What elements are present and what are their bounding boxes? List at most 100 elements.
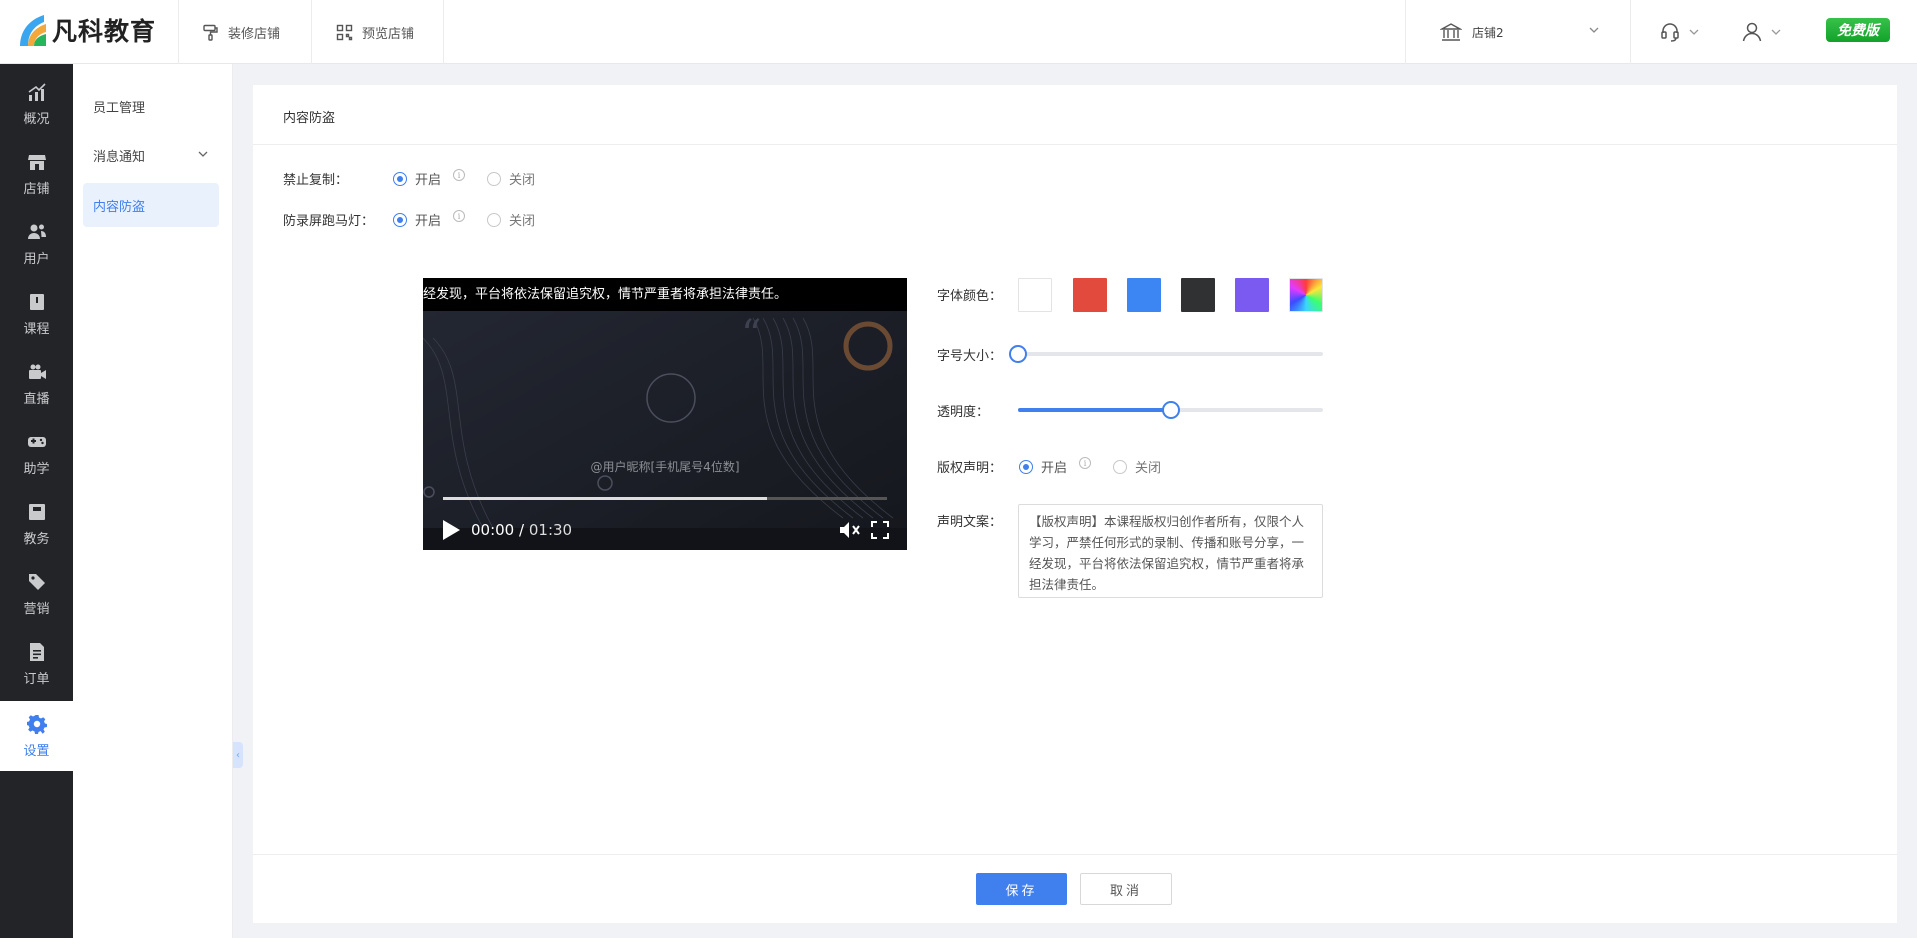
support-dropdown[interactable] (1659, 18, 1700, 46)
nav-label: 教务 (23, 531, 50, 547)
font-color-label: 字体颜色： (937, 289, 1003, 304)
logo-mark-icon (20, 15, 46, 46)
divider (1630, 0, 1631, 64)
subnav-item-staff[interactable]: 员工管理 (83, 84, 219, 128)
info-icon[interactable]: i (453, 210, 465, 222)
color-swatch-red[interactable] (1073, 278, 1107, 312)
divider (311, 0, 312, 64)
nav-item-live[interactable]: 直播 (0, 349, 73, 419)
free-version-badge[interactable]: 免费版 (1826, 18, 1890, 42)
save-button[interactable]: 保存 (976, 873, 1067, 905)
bank-building-icon (1440, 23, 1462, 41)
nav-label: 用户 (23, 251, 50, 267)
statement-textarea[interactable]: 【版权声明】本课程版权归创作者所有，仅限个人学习，严禁任何形式的录制、传播和账号… (1018, 504, 1323, 598)
copyright-off-radio[interactable]: 关闭 (1113, 457, 1161, 476)
fullscreen-icon[interactable] (871, 521, 889, 539)
watermark-text: @用户昵称[手机尾号4位数] (590, 460, 740, 474)
video-progress-bar[interactable] (443, 497, 887, 500)
nav-label: 设置 (23, 743, 50, 759)
slider-handle[interactable] (1009, 345, 1027, 363)
store-selector[interactable]: 店铺2 (1440, 0, 1600, 64)
users-icon (27, 224, 46, 239)
subnav-label: 内容防盗 (93, 199, 146, 215)
statement-label: 声明文案： (937, 515, 1003, 530)
nav-item-courses[interactable]: 课程 (0, 279, 73, 349)
time-separator: / (519, 521, 525, 539)
gamepad-icon (27, 436, 46, 447)
radio-label: 开启 (415, 173, 442, 188)
subnav-label: 员工管理 (93, 100, 146, 116)
color-swatch-custom[interactable] (1289, 278, 1323, 312)
book-icon (29, 293, 44, 310)
color-swatch-blue[interactable] (1127, 278, 1161, 312)
video-camera-icon (28, 364, 46, 379)
color-swatch-white[interactable] (1018, 278, 1052, 312)
nav-item-overview[interactable]: 概况 (0, 69, 73, 139)
card-header: 内容防盗 (253, 85, 1897, 145)
cancel-button[interactable]: 取消 (1080, 873, 1172, 905)
slider-fill (1018, 408, 1171, 412)
decorate-store-button[interactable]: 装修店铺 (202, 0, 280, 64)
radio-dot (393, 171, 407, 186)
forbid-copy-on-radio[interactable]: 开启 (393, 169, 441, 188)
color-swatch-purple[interactable] (1235, 278, 1269, 312)
info-icon[interactable]: i (1079, 457, 1091, 469)
gear-icon (26, 714, 47, 734)
anti-record-on-radio[interactable]: 开启 (393, 210, 441, 229)
forbid-copy-label: 禁止复制： (283, 173, 349, 188)
card-footer: 保存 取消 (253, 854, 1897, 923)
content-protection-card: 内容防盗 禁止复制： 开启 i 关闭 防录屏跑马灯： 开启 i 关闭 “ 经发现… (253, 85, 1897, 923)
paint-roller-icon (203, 24, 218, 41)
color-swatch-black[interactable] (1181, 278, 1215, 312)
radio-label: 开启 (1041, 461, 1068, 476)
video-preview[interactable]: “ 经发现，平台将依法保留追究权，情节严重者将承担法律责任。 @用户昵称[手机尾… (423, 278, 907, 550)
nav-item-academic[interactable]: 教务 (0, 489, 73, 559)
nav-item-settings[interactable]: 设置 (0, 701, 73, 771)
nav-item-users[interactable]: 用户 (0, 209, 73, 279)
video-controls: 00:00 / 01:30 (441, 518, 889, 542)
tag-icon (28, 573, 45, 590)
account-dropdown[interactable] (1741, 18, 1782, 46)
radio-dot (487, 212, 501, 227)
video-time: 00:00 / 01:30 (471, 521, 572, 539)
mute-icon[interactable] (839, 520, 861, 540)
nav-item-study-aid[interactable]: 助学 (0, 419, 73, 489)
decorate-store-label: 装修店铺 (228, 26, 281, 42)
radio-dot (1019, 459, 1033, 474)
anti-record-label: 防录屏跑马灯： (283, 214, 375, 229)
subnav-item-content-protection[interactable]: 内容防盗 (83, 183, 219, 227)
nav-item-store[interactable]: 店铺 (0, 139, 73, 209)
forbid-copy-off-radio[interactable]: 关闭 (487, 169, 535, 188)
nav-label: 店铺 (23, 181, 50, 197)
font-size-slider[interactable] (1009, 345, 1323, 363)
video-progress-fill (443, 497, 768, 500)
anti-record-off-radio[interactable]: 关闭 (487, 210, 535, 229)
store-name: 店铺2 (1472, 25, 1504, 40)
headset-icon (1661, 23, 1679, 42)
collapse-sidebar-button[interactable]: ‹ (233, 742, 243, 768)
preview-store-button[interactable]: 预览店铺 (336, 0, 414, 64)
radio-label: 关闭 (509, 173, 536, 188)
play-icon[interactable] (441, 519, 461, 541)
radio-dot (393, 212, 407, 227)
slider-handle[interactable] (1161, 401, 1180, 419)
subnav-item-notifications[interactable]: 消息通知 (83, 133, 219, 177)
store-icon (27, 154, 46, 170)
chevron-down-icon (198, 151, 208, 157)
radio-label: 关闭 (509, 214, 536, 229)
qr-code-icon (336, 24, 353, 40)
brand-logo[interactable]: 凡科教育 (14, 10, 156, 50)
page-title: 内容防盗 (283, 111, 336, 126)
nav-label: 助学 (23, 461, 50, 477)
opacity-slider[interactable] (1018, 401, 1323, 419)
document-icon (29, 642, 44, 661)
copyright-on-radio[interactable]: 开启 (1019, 457, 1067, 476)
nav-item-orders[interactable]: 订单 (0, 629, 73, 699)
nav-label: 概况 (23, 111, 50, 127)
preview-store-label: 预览店铺 (362, 26, 415, 42)
brand-name: 凡科教育 (52, 17, 157, 46)
nav-item-marketing[interactable]: 营销 (0, 559, 73, 629)
info-icon[interactable]: i (453, 169, 465, 181)
nav-label: 直播 (23, 391, 50, 407)
font-size-label: 字号大小： (937, 349, 1003, 364)
